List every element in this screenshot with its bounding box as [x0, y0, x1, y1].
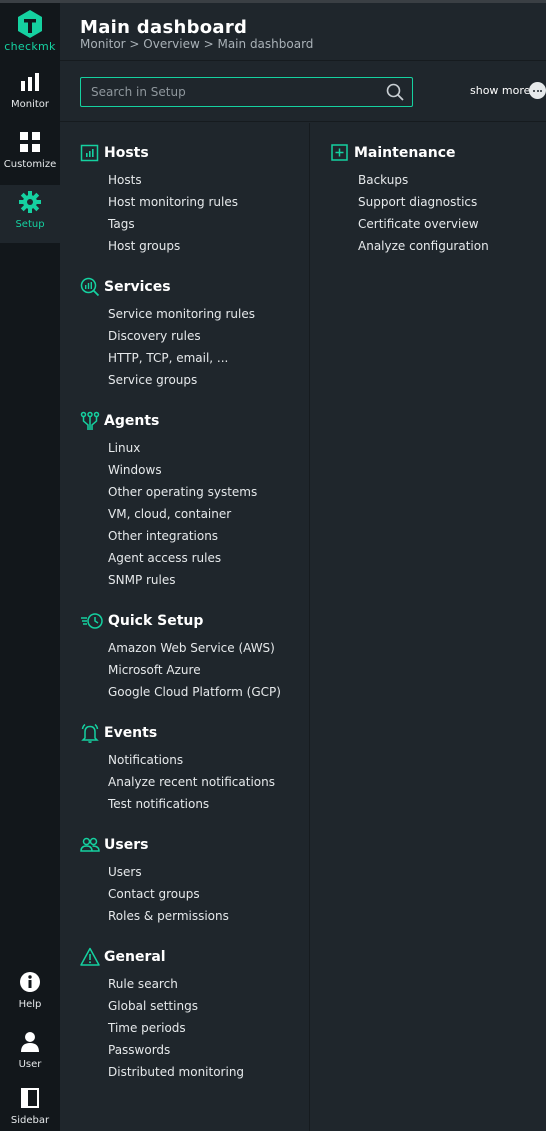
menu-item-tags[interactable]: Tags — [80, 213, 238, 235]
more-options-icon[interactable] — [529, 82, 546, 99]
main-navigation: checkmk Monitor Customize Setup Help Use… — [0, 3, 60, 1131]
nav-monitor-label: Monitor — [10, 99, 49, 110]
hosts-icon — [80, 144, 99, 162]
section-hosts-title: Hosts — [104, 145, 149, 161]
nav-help-label: Help — [18, 999, 42, 1010]
menu-item-host-monitoring-rules[interactable]: Host monitoring rules — [80, 191, 238, 213]
checkmk-logo[interactable]: checkmk — [0, 9, 60, 63]
nav-sidebar[interactable]: Sidebar — [0, 1081, 60, 1131]
menu-item-notifications[interactable]: Notifications — [80, 749, 275, 771]
info-icon — [20, 972, 40, 992]
menu-item-other-integrations[interactable]: Other integrations — [80, 525, 257, 547]
section-agents: Agents Linux Windows Other operating sys… — [80, 411, 257, 591]
section-agents-title: Agents — [104, 413, 160, 429]
menu-item-vm-cloud-container[interactable]: VM, cloud, container — [80, 503, 257, 525]
page-title: Main dashboard — [80, 17, 248, 38]
services-icon — [80, 277, 100, 297]
section-users-title: Users — [104, 837, 149, 853]
section-quick-setup: Quick Setup Amazon Web Service (AWS) Mic… — [80, 611, 281, 703]
menu-item-certificate-overview[interactable]: Certificate overview — [330, 213, 489, 235]
menu-item-snmp-rules[interactable]: SNMP rules — [80, 569, 257, 591]
section-services-title: Services — [104, 279, 171, 295]
search-box — [80, 77, 413, 107]
menu-item-test-notifications[interactable]: Test notifications — [80, 793, 275, 815]
section-services: Services Service monitoring rules Discov… — [80, 277, 255, 391]
plus-box-icon — [331, 144, 348, 161]
nav-user-label: User — [18, 1059, 42, 1070]
user-icon — [21, 1032, 39, 1052]
search-bar-row: show more — [60, 62, 546, 122]
setup-menu-left-column: Hosts Hosts Host monitoring rules Tags H… — [60, 123, 309, 1131]
menu-item-agent-access-rules[interactable]: Agent access rules — [80, 547, 257, 569]
menu-item-contact-groups[interactable]: Contact groups — [80, 883, 229, 905]
menu-item-support-diagnostics[interactable]: Support diagnostics — [330, 191, 489, 213]
nav-customize-label: Customize — [3, 159, 57, 170]
menu-item-http-tcp-email[interactable]: HTTP, TCP, email, ... — [80, 347, 255, 369]
bell-icon — [81, 723, 99, 743]
section-general-title: General — [104, 949, 166, 965]
menu-item-rule-search[interactable]: Rule search — [80, 973, 244, 995]
menu-item-users[interactable]: Users — [80, 861, 229, 883]
nav-customize[interactable]: Customize — [0, 125, 60, 183]
section-maintenance-title: Maintenance — [354, 145, 456, 161]
section-events-title: Events — [104, 725, 158, 741]
menu-item-service-monitoring-rules[interactable]: Service monitoring rules — [80, 303, 255, 325]
quick-setup-icon — [81, 613, 103, 629]
menu-item-roles-permissions[interactable]: Roles & permissions — [80, 905, 229, 927]
menu-item-analyze-recent-notifications[interactable]: Analyze recent notifications — [80, 771, 275, 793]
logo-text: checkmk — [4, 40, 56, 53]
warning-icon — [80, 947, 100, 966]
menu-item-distributed-monitoring[interactable]: Distributed monitoring — [80, 1061, 244, 1083]
users-icon — [80, 837, 100, 852]
section-quick-setup-title: Quick Setup — [108, 613, 204, 629]
menu-item-global-settings[interactable]: Global settings — [80, 995, 244, 1017]
menu-item-time-periods[interactable]: Time periods — [80, 1017, 244, 1039]
section-general: General Rule search Global settings Time… — [80, 947, 244, 1083]
setup-menu-right-column: Maintenance Backups Support diagnostics … — [310, 123, 546, 1131]
menu-item-linux[interactable]: Linux — [80, 437, 257, 459]
menu-item-analyze-configuration[interactable]: Analyze configuration — [330, 235, 489, 257]
page-header: Main dashboard Monitor > Overview > Main… — [60, 3, 546, 61]
section-users: Users Users Contact groups Roles & permi… — [80, 835, 229, 927]
grid-icon — [20, 132, 40, 152]
menu-item-azure[interactable]: Microsoft Azure — [80, 659, 281, 681]
show-more-button[interactable]: show more — [470, 84, 530, 97]
gear-icon — [19, 191, 41, 213]
agents-icon — [80, 411, 100, 430]
breadcrumb[interactable]: Monitor > Overview > Main dashboard — [80, 37, 313, 51]
menu-item-discovery-rules[interactable]: Discovery rules — [80, 325, 255, 347]
section-maintenance: Maintenance Backups Support diagnostics … — [330, 143, 489, 257]
menu-item-backups[interactable]: Backups — [330, 169, 489, 191]
menu-item-passwords[interactable]: Passwords — [80, 1039, 244, 1061]
search-icon[interactable] — [386, 83, 404, 101]
checkmk-logo-icon — [18, 10, 42, 38]
nav-monitor[interactable]: Monitor — [0, 65, 60, 123]
menu-item-service-groups[interactable]: Service groups — [80, 369, 255, 391]
section-events: Events Notifications Analyze recent noti… — [80, 723, 275, 815]
menu-item-gcp[interactable]: Google Cloud Platform (GCP) — [80, 681, 281, 703]
menu-item-aws[interactable]: Amazon Web Service (AWS) — [80, 637, 281, 659]
menu-item-other-operating-systems[interactable]: Other operating systems — [80, 481, 257, 503]
nav-user[interactable]: User — [0, 1025, 60, 1083]
nav-setup-label: Setup — [15, 219, 45, 230]
sidebar-icon — [21, 1088, 39, 1108]
nav-help[interactable]: Help — [0, 965, 60, 1023]
menu-item-host-groups[interactable]: Host groups — [80, 235, 238, 257]
search-input[interactable] — [81, 78, 381, 106]
nav-sidebar-label: Sidebar — [10, 1115, 50, 1126]
menu-item-hosts[interactable]: Hosts — [80, 169, 238, 191]
section-hosts: Hosts Hosts Host monitoring rules Tags H… — [80, 143, 238, 257]
nav-setup[interactable]: Setup — [0, 185, 60, 243]
menu-item-windows[interactable]: Windows — [80, 459, 257, 481]
bar-chart-icon — [21, 73, 39, 91]
